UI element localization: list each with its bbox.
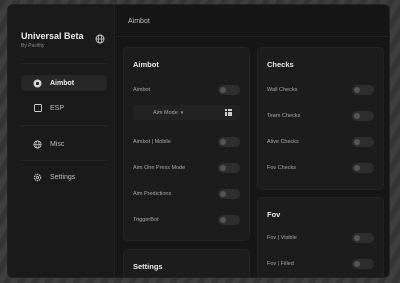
toggle-label: Aim Predictions bbox=[133, 191, 172, 197]
sidebar-item-aimbot[interactable]: Aimbot bbox=[21, 75, 107, 91]
sidebar-item-label: Aimbot bbox=[50, 79, 75, 87]
toggle-row-wall-checks: Wall Checks bbox=[267, 84, 374, 96]
toggle-row-alive-checks: Alive Checks bbox=[267, 136, 374, 148]
toggle-label: Team Checks bbox=[267, 113, 301, 119]
globe-icon[interactable] bbox=[95, 34, 105, 44]
app-window: Universal Beta By Pacifity Aimbot ESP Mi… bbox=[7, 4, 390, 278]
toggle-label: Aimbot | Mobile bbox=[133, 139, 171, 145]
sidebar: Universal Beta By Pacifity Aimbot ESP Mi… bbox=[8, 5, 115, 277]
sidebar-divider bbox=[21, 63, 107, 64]
aimbot-mobile-toggle[interactable] bbox=[218, 137, 240, 147]
toggle-row-aim-predictions: Aim Predictions bbox=[133, 188, 240, 200]
aim-mode-dropdown[interactable]: Aim Mode ▾ bbox=[133, 105, 240, 120]
fov-section: Fov Fov | Visible Fov | Filled bbox=[257, 197, 384, 277]
toggle-row-fov-checks: Fov Checks bbox=[267, 162, 374, 174]
toggle-row-fov-filled: Fov | Filled bbox=[267, 258, 374, 270]
sidebar-item-settings[interactable]: Settings bbox=[21, 169, 107, 185]
globe-icon bbox=[33, 139, 42, 149]
wall-checks-toggle[interactable] bbox=[352, 85, 374, 95]
sidebar-item-label: Settings bbox=[50, 173, 76, 181]
aim-one-press-toggle[interactable] bbox=[218, 163, 240, 173]
section-title: Checks bbox=[267, 60, 294, 69]
sidebar-divider bbox=[21, 160, 107, 161]
toggle-row-aimbot-mobile: Aimbot | Mobile bbox=[133, 136, 240, 148]
toggle-row-team-checks: Team Checks bbox=[267, 110, 374, 122]
brand-title: Universal Beta bbox=[21, 31, 84, 41]
team-checks-toggle[interactable] bbox=[352, 111, 374, 121]
brand-subtitle: By Pacifity bbox=[21, 43, 45, 49]
toggle-label: Aimbot bbox=[133, 87, 151, 93]
aimbot-section: Aimbot Aimbot Aim Mode ▾ Aimbot | Mobile… bbox=[123, 47, 250, 241]
toggle-row-aim-one-press: Aim One Press Mode bbox=[133, 162, 240, 174]
toggle-label: Wall Checks bbox=[267, 87, 298, 93]
toggle-row-triggerbot: TriggerBot bbox=[133, 214, 240, 226]
square-icon bbox=[33, 104, 42, 113]
chevron-down-icon: ▾ bbox=[180, 109, 184, 116]
grid-icon[interactable] bbox=[225, 109, 232, 116]
toggle-label: TriggerBot bbox=[133, 217, 159, 223]
toggle-label: Alive Checks bbox=[267, 139, 299, 145]
section-title: Fov bbox=[267, 210, 281, 219]
toggle-row-aimbot: Aimbot bbox=[133, 84, 240, 96]
toggle-label: Fov | Visible bbox=[267, 235, 297, 241]
toggle-label: Fov | Filled bbox=[267, 261, 294, 267]
gear-icon bbox=[33, 173, 42, 182]
target-icon bbox=[33, 79, 42, 88]
alive-checks-toggle[interactable] bbox=[352, 137, 374, 147]
section-title: Settings bbox=[133, 262, 163, 271]
sidebar-divider bbox=[21, 125, 107, 126]
fov-visible-toggle[interactable] bbox=[352, 233, 374, 243]
fov-filled-toggle[interactable] bbox=[352, 259, 374, 269]
sidebar-item-label: ESP bbox=[50, 104, 65, 112]
page-title: Aimbot bbox=[128, 18, 150, 25]
sidebar-item-esp[interactable]: ESP bbox=[21, 100, 107, 116]
triggerbot-toggle[interactable] bbox=[218, 215, 240, 225]
sidebar-item-label: Misc bbox=[50, 140, 65, 148]
aim-predictions-toggle[interactable] bbox=[218, 189, 240, 199]
sidebar-item-misc[interactable]: Misc bbox=[21, 136, 107, 152]
aimbot-toggle[interactable] bbox=[218, 85, 240, 95]
dropdown-label: Aim Mode bbox=[153, 109, 178, 116]
header-divider bbox=[116, 36, 389, 37]
settings-section: Settings bbox=[123, 249, 250, 277]
toggle-label: Aim One Press Mode bbox=[133, 165, 186, 171]
checks-section: Checks Wall Checks Team Checks Alive Che… bbox=[257, 47, 384, 190]
toggle-label: Fov Checks bbox=[267, 165, 297, 171]
toggle-row-fov-visible: Fov | Visible bbox=[267, 232, 374, 244]
fov-checks-toggle[interactable] bbox=[352, 163, 374, 173]
section-title: Aimbot bbox=[133, 60, 159, 69]
